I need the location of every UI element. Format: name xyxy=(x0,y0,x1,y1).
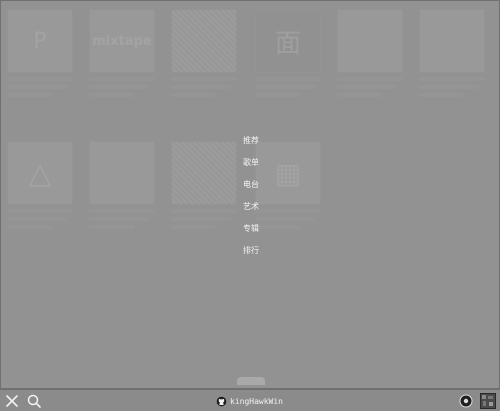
menu-item-artists[interactable]: 艺术 xyxy=(243,199,259,221)
username-label: kingHawkWin xyxy=(230,396,283,406)
menu-item-radio[interactable]: 电台 xyxy=(243,177,259,199)
close-icon xyxy=(6,395,18,407)
menu-item-playlists[interactable]: 歌单 xyxy=(243,155,259,177)
menu-item-recommend[interactable]: 推荐 xyxy=(243,133,259,155)
github-icon xyxy=(216,396,227,406)
menu-item-albums[interactable]: 专辑 xyxy=(243,221,259,243)
settings-button[interactable] xyxy=(458,393,474,409)
avatar-button[interactable] xyxy=(480,393,496,409)
gear-icon xyxy=(459,394,473,408)
scroll-handle[interactable] xyxy=(237,377,265,385)
close-button[interactable] xyxy=(4,393,20,409)
app-window: P mixtape 面 △ ▦ 推荐 歌单 电台 艺术 专辑 排行 xyxy=(0,0,500,389)
user-info[interactable]: kingHawkWin xyxy=(216,394,283,408)
search-icon xyxy=(27,394,41,408)
avatar xyxy=(480,393,496,409)
search-button[interactable] xyxy=(26,393,42,409)
category-menu: 推荐 歌单 电台 艺术 专辑 排行 xyxy=(231,133,271,265)
menu-item-charts[interactable]: 排行 xyxy=(243,243,259,265)
bottom-toolbar: kingHawkWin xyxy=(0,389,500,411)
